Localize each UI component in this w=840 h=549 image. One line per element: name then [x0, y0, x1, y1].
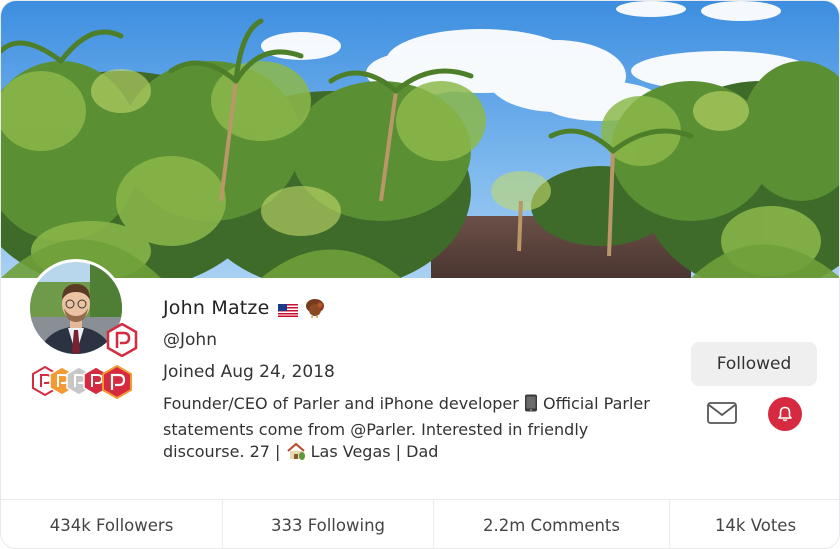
followed-button[interactable]: Followed — [691, 342, 817, 386]
comments-stat[interactable]: 2.2m Comments — [434, 500, 670, 548]
profile-card: John Matze @John Joined Aug 24, 2018 Fou… — [0, 0, 840, 549]
bell-icon[interactable] — [768, 397, 802, 431]
votes-stat[interactable]: 14k Votes — [670, 500, 839, 548]
bio-text-3: Las Vegas | Dad — [305, 442, 439, 461]
name-row: John Matze — [163, 294, 326, 322]
followers-stat[interactable]: 434k Followers — [1, 500, 223, 548]
profile-bio: Founder/CEO of Parler and iPhone develop… — [163, 393, 663, 467]
profile-name: John Matze — [163, 297, 270, 319]
badge-5-icon — [102, 364, 132, 400]
bio-text-1: Founder/CEO of Parler and iPhone develop… — [163, 394, 524, 413]
house-icon — [286, 442, 306, 467]
us-flag-icon — [277, 302, 298, 317]
achievement-badges[interactable] — [31, 364, 135, 400]
profile-banner-image — [1, 1, 839, 278]
joined-date: Joined Aug 24, 2018 — [163, 362, 335, 382]
mail-icon[interactable] — [706, 400, 738, 426]
profile-handle: @John — [163, 330, 217, 350]
following-stat[interactable]: 333 Following — [223, 500, 434, 548]
parler-badge-icon — [105, 322, 139, 358]
phone-icon — [524, 394, 538, 419]
turkey-icon — [304, 297, 326, 319]
stats-bar: 434k Followers 333 Following 2.2m Commen… — [1, 499, 839, 548]
